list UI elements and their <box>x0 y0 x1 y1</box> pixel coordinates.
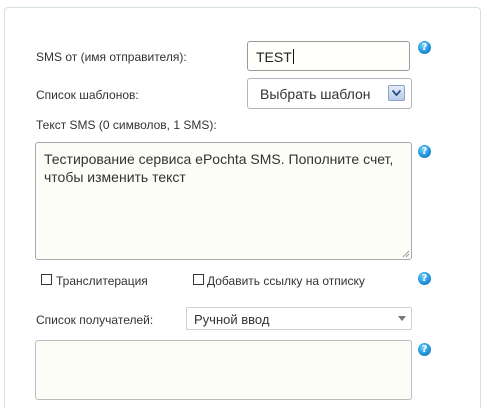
recipients-selected-value: Ручной ввод <box>194 312 270 327</box>
sms-text-area[interactable]: Тестирование сервиса ePochta SMS. Пополн… <box>35 142 412 260</box>
templates-label: Список шаблонов: <box>36 88 139 102</box>
recipients-text-area[interactable] <box>35 340 412 400</box>
help-icon-options[interactable]: ? <box>418 272 431 285</box>
sender-name-value: TEST <box>256 49 292 65</box>
help-icon-sender[interactable]: ? <box>418 41 431 54</box>
text-caret <box>292 49 294 64</box>
sms-text-label: Текст SMS (0 символов, 1 SMS): <box>36 118 217 132</box>
resize-grip-icon[interactable] <box>401 249 410 258</box>
help-icon-sms-text[interactable]: ? <box>418 145 431 158</box>
sender-label: SMS от (имя отправителя): <box>36 50 187 64</box>
templates-selected-value: Выбрать шаблон <box>260 86 371 102</box>
help-icon-recipients[interactable]: ? <box>418 343 431 356</box>
templates-select[interactable]: Выбрать шаблон <box>247 78 412 109</box>
sender-name-input[interactable]: TEST <box>247 41 410 71</box>
chevron-down-icon[interactable] <box>388 85 405 101</box>
recipients-label: Список получателей: <box>36 313 154 327</box>
transliteration-label[interactable]: Транслитерация <box>56 274 148 288</box>
recipients-select[interactable]: Ручной ввод <box>186 307 412 330</box>
sms-text-value: Тестирование сервиса ePochta SMS. Пополн… <box>44 151 394 185</box>
unsubscribe-link-label[interactable]: Добавить ссылку на отписку <box>207 274 365 288</box>
transliteration-checkbox[interactable] <box>41 274 52 285</box>
unsubscribe-link-checkbox[interactable] <box>193 274 204 285</box>
dropdown-arrow-icon <box>398 316 406 321</box>
